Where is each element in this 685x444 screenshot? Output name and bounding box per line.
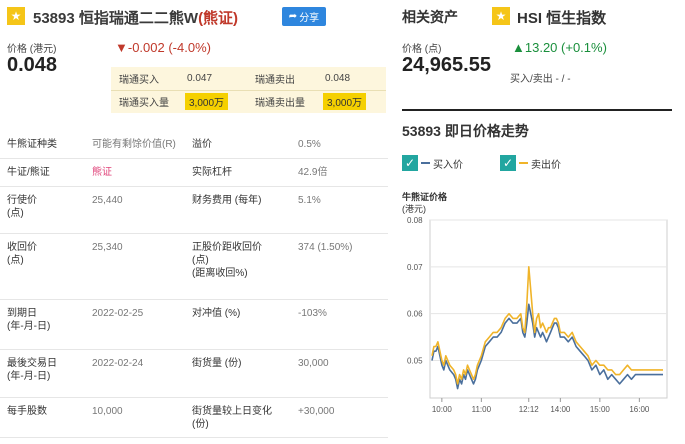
- warrant-code: 53893: [33, 10, 75, 27]
- table-row: 最後交易日 (年-月-日) 2022-02-24 街货量 (份) 30,000: [0, 350, 388, 398]
- price-chart: 0.08 0.07 0.06 0.05 10:00 11:00 12:12 14:00 15:0…: [407, 216, 668, 414]
- related-asset-title: 相关资产: [402, 9, 458, 25]
- legend-ask-swatch: [519, 162, 528, 164]
- star-icon[interactable]: ★: [492, 7, 510, 25]
- related-asset-name[interactable]: HSI 恒生指数: [517, 7, 606, 28]
- detail-value: 2022-02-24: [92, 358, 144, 369]
- detail-value: 25,340: [92, 242, 123, 253]
- bid-qty-value: 3,000万: [185, 93, 229, 110]
- quote-row-qty: 瑞通买入量 3,000万 瑞通卖出量 3,000万: [111, 90, 386, 113]
- detail-label: 溢价: [192, 139, 212, 150]
- detail-value: 25,440: [92, 195, 123, 206]
- down-arrow-icon: ▼: [115, 40, 128, 55]
- legend-bid-text: 买入价: [418, 156, 463, 171]
- detail-label: 牛熊证种类: [7, 139, 57, 150]
- ask-value: 0.048: [325, 73, 351, 84]
- y-tick-label: 0.08: [407, 216, 423, 225]
- checkbox-bid-icon[interactable]: ✓: [402, 155, 418, 171]
- table-row: 行使价 (点) 25,440 财务费用 (每年) 5.1%: [0, 187, 388, 234]
- quote-row-price: 瑞通买入 0.047 瑞通卖出 0.048: [111, 67, 386, 90]
- detail-label: 财务费用 (每年): [192, 195, 262, 206]
- detail-value: 42.9倍: [298, 167, 328, 178]
- detail-label: 对冲值 (%): [192, 308, 241, 319]
- table-row: 每手股数 10,000 街货量较上日变化 (份) +30,000: [0, 398, 388, 438]
- detail-value: 30,000: [298, 358, 329, 369]
- detail-label: 最後交易日 (年-月-日): [7, 358, 57, 382]
- legend-ask-text: 卖出价: [516, 156, 561, 171]
- quote-box: 瑞通买入 0.047 瑞通卖出 0.048 瑞通买入量 3,000万 瑞通卖出量…: [111, 67, 386, 113]
- x-tick-label: 15:00: [590, 405, 611, 414]
- legend-bid-label: 买入价: [433, 159, 463, 171]
- warrant-title: 53893 恒指瑞通二二熊W(熊证): [33, 7, 238, 28]
- share-label: 分享: [299, 13, 320, 24]
- detail-label: 街货量 (份): [192, 358, 242, 369]
- detail-label: 到期日 (年-月-日): [7, 308, 51, 332]
- bid-value: 0.047: [187, 73, 213, 84]
- ask-qty-value: 3,000万: [323, 93, 367, 110]
- share-button[interactable]: ➦ 分享: [282, 7, 326, 26]
- related-price: 24,965.55: [402, 54, 491, 76]
- legend-ask-label: 卖出价: [531, 159, 561, 171]
- x-tick-label: 14:00: [550, 405, 571, 414]
- detail-label: 街货量较上日变化 (份): [192, 406, 272, 430]
- detail-value: 熊证: [92, 167, 112, 178]
- detail-label: 正股价距收回价 (点) (距离收回%): [192, 242, 262, 279]
- table-row: 牛证/熊证 熊证 实际杠杆 42.9倍: [0, 159, 388, 187]
- detail-value: 可能有剩馀价值(R): [92, 139, 176, 150]
- legend-bid-swatch: [421, 162, 430, 164]
- warrant-price: 0.048: [7, 54, 58, 76]
- detail-value: -103%: [298, 308, 327, 319]
- price-label: 价格 (港元): [7, 44, 57, 55]
- warrant-type-tag: (熊证): [198, 10, 239, 27]
- x-tick-label: 11:00: [472, 405, 492, 414]
- warrant-name: 恒指瑞通二二熊W: [78, 10, 199, 27]
- detail-value: 0.5%: [298, 139, 321, 150]
- related-price-label: 价格 (点): [402, 44, 442, 55]
- warrant-change: ▼-0.002 (-4.0%): [115, 40, 211, 55]
- y-tick-label: 0.05: [407, 357, 423, 366]
- series-line-ask: [431, 266, 663, 385]
- up-arrow-icon: ▲: [512, 40, 525, 55]
- legend-ask[interactable]: ✓ 卖出价: [500, 155, 561, 171]
- related-bid-ask: 买入/卖出 - / -: [510, 74, 571, 85]
- x-tick-label: 12:12: [519, 405, 540, 414]
- y-tick-label: 0.06: [407, 310, 423, 319]
- checkbox-ask-icon[interactable]: ✓: [500, 155, 516, 171]
- ask-qty-label: 瑞通卖出量: [255, 98, 305, 109]
- share-icon: ➦: [288, 11, 298, 22]
- section-divider: [402, 109, 672, 111]
- series-line-bid: [431, 303, 663, 390]
- detail-label: 每手股数: [7, 406, 47, 417]
- star-icon[interactable]: ★: [7, 7, 25, 25]
- detail-label: 实际杠杆: [192, 167, 232, 178]
- detail-value: 10,000: [92, 406, 123, 417]
- table-row: 收回价 (点) 25,340 正股价距收回价 (点) (距离收回%) 374 (1.5…: [0, 234, 388, 300]
- chart-section-title: 53893 即日价格走势: [402, 123, 529, 139]
- legend-bid[interactable]: ✓ 买入价: [402, 155, 463, 171]
- warrant-change-value: -0.002 (-4.0%): [127, 40, 211, 55]
- related-change: ▲13.20 (+0.1%): [512, 40, 607, 55]
- x-tick-label: 16:00: [629, 405, 650, 414]
- x-tick-label: 10:00: [432, 405, 453, 414]
- detail-value: 2022-02-25: [92, 308, 144, 319]
- bid-qty-label: 瑞通买入量: [119, 98, 169, 109]
- table-row: 牛熊证种类 可能有剩馀价值(R) 溢价 0.5%: [0, 131, 388, 159]
- detail-value: 374 (1.50%): [298, 242, 353, 253]
- detail-label: 收回价 (点): [7, 242, 37, 266]
- detail-label: 牛证/熊证: [7, 167, 50, 178]
- related-change-value: 13.20 (+0.1%): [524, 40, 607, 55]
- bid-label: 瑞通买入: [119, 75, 159, 86]
- y-tick-label: 0.07: [407, 263, 423, 272]
- table-row: 到期日 (年-月-日) 2022-02-25 对冲值 (%) -103%: [0, 300, 388, 350]
- detail-value: +30,000: [298, 406, 335, 417]
- ask-label: 瑞通卖出: [255, 75, 295, 86]
- detail-label: 行使价 (点): [7, 195, 37, 219]
- detail-value: 5.1%: [298, 195, 321, 206]
